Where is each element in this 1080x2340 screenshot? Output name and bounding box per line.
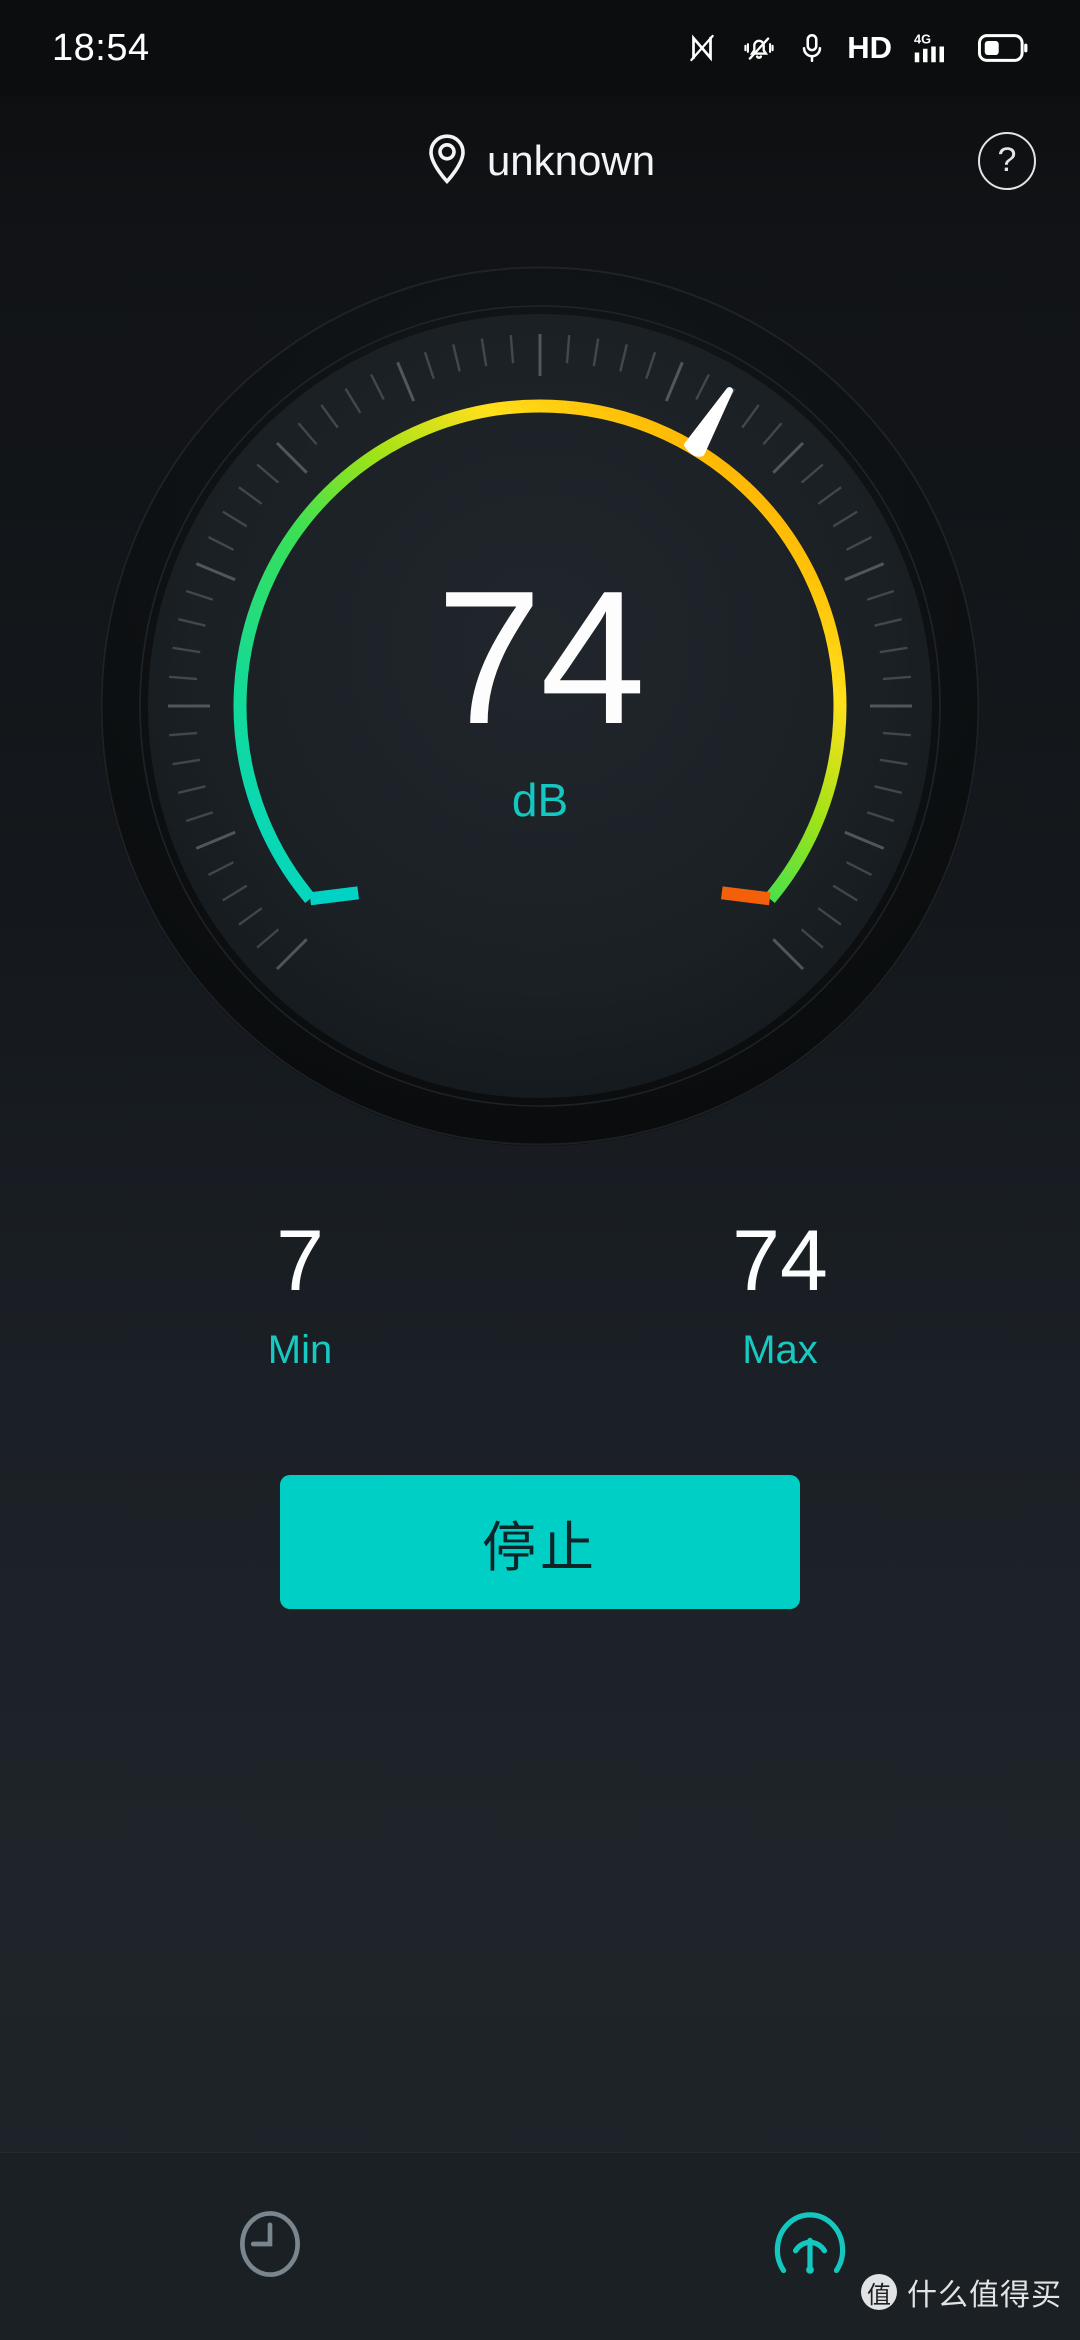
max-stat: 74 Max: [700, 1218, 860, 1373]
min-stat: 7 Min: [220, 1218, 380, 1373]
location-display[interactable]: unknown: [0, 96, 1080, 226]
stop-button-label: 停止: [482, 1517, 598, 1578]
max-label: Max: [742, 1328, 818, 1372]
gauge-svg: [100, 266, 980, 1146]
svg-text:4G: 4G: [914, 32, 931, 47]
watermark-text: 什么值得买: [907, 2279, 1062, 2312]
location-label: unknown: [486, 137, 656, 184]
vibrate-off-icon: [741, 31, 777, 65]
status-bar-icons: HD 4G: [685, 30, 1028, 66]
min-label: Min: [267, 1328, 333, 1372]
hd-icon: HD: [847, 30, 892, 65]
help-button[interactable]: ?: [978, 132, 1036, 190]
watermark-badge: 值: [861, 2274, 897, 2310]
battery-icon: [978, 33, 1028, 63]
watermark: 值 什么值得买: [861, 2270, 1062, 2314]
4g-signal-icon: 4G: [914, 30, 956, 66]
microphone-icon: [799, 31, 825, 65]
location-pin-icon: [425, 133, 469, 190]
min-value: 7: [276, 1213, 324, 1309]
status-bar-clock: 18:54: [52, 26, 150, 69]
help-button-label: ?: [997, 141, 1017, 179]
min-max-row: 7 Min 74 Max: [0, 1218, 1080, 1373]
gauge-icon: [773, 2204, 847, 2289]
app-screen: 18:54 HD 4G unknown ? 74 dB 7 Min 74 Max…: [0, 0, 1080, 2340]
sound-level-gauge: 74 dB: [96, 262, 984, 1150]
gauge-face: [148, 314, 932, 1098]
max-value: 74: [732, 1213, 828, 1309]
clock-icon: [234, 2205, 306, 2288]
app-header: unknown ?: [0, 96, 1080, 226]
nav-item-history[interactable]: [0, 2153, 540, 2340]
stop-button[interactable]: 停止: [280, 1475, 800, 1609]
status-bar: 18:54 HD 4G: [0, 0, 1080, 96]
nfc-icon: [685, 31, 719, 65]
